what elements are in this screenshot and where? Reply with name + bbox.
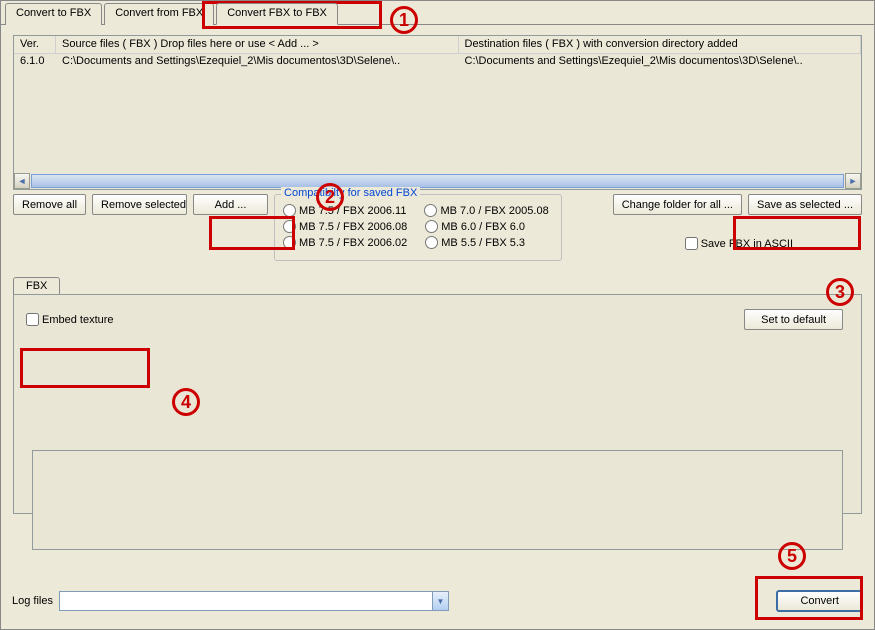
radio-label: MB 5.5 / FBX 5.3	[441, 237, 525, 249]
cell-version: 6.1.0	[14, 54, 56, 70]
table-row[interactable]: 6.1.0 C:\Documents and Settings\Ezequiel…	[14, 54, 861, 70]
cell-source: C:\Documents and Settings\Ezequiel_2\Mis…	[56, 54, 459, 70]
radio-mb70-2005-08[interactable]: MB 7.0 / FBX 2005.08	[424, 204, 548, 217]
log-files-select[interactable]: ▼	[59, 591, 449, 611]
tab-content: Ver. Source files ( FBX ) Drop files her…	[1, 24, 874, 524]
tab-bar: Convert to FBX Convert from FBX Convert …	[1, 3, 874, 25]
options-panel	[32, 450, 843, 550]
radio-label: MB 7.0 / FBX 2005.08	[440, 205, 548, 217]
remove-all-button[interactable]: Remove all	[13, 194, 86, 215]
radio-mb75-2006-08[interactable]: MB 7.5 / FBX 2006.08	[283, 220, 407, 233]
radio-label: MB 7.5 / FBX 2006.11	[299, 205, 406, 217]
remove-selected-button[interactable]: Remove selected	[92, 194, 187, 215]
save-ascii-checkbox[interactable]: Save FBX in ASCII	[685, 237, 862, 250]
log-files-label: Log files	[12, 595, 53, 607]
sub-tab-bar: FBX	[13, 277, 862, 294]
tab-convert-fbx-to-fbx[interactable]: Convert FBX to FBX	[216, 3, 338, 25]
file-list[interactable]: Ver. Source files ( FBX ) Drop files her…	[13, 35, 862, 190]
embed-texture-checkbox[interactable]: Embed texture	[26, 313, 114, 326]
fbx-panel: Embed texture Set to default	[13, 294, 862, 514]
save-as-selected-button[interactable]: Save as selected ...	[748, 194, 862, 215]
radio-label: MB 7.5 / FBX 2006.08	[299, 221, 407, 233]
scroll-thumb[interactable]	[31, 174, 844, 188]
bottom-bar: Log files ▼ Convert	[0, 590, 875, 612]
app-window: Convert to FBX Convert from FBX Convert …	[0, 0, 875, 630]
horizontal-scrollbar[interactable]: ◄ ►	[14, 173, 861, 189]
chevron-down-icon[interactable]: ▼	[432, 592, 448, 610]
radio-label: MB 6.0 / FBX 6.0	[441, 221, 525, 233]
radio-label: MB 7.5 / FBX 2006.02	[299, 237, 407, 249]
col-destination[interactable]: Destination files ( FBX ) with conversio…	[459, 36, 862, 53]
add-button[interactable]: Add ...	[193, 194, 268, 215]
radio-mb60-60[interactable]: MB 6.0 / FBX 6.0	[425, 220, 525, 233]
tab-convert-from-fbx[interactable]: Convert from FBX	[104, 3, 214, 25]
checkbox-label: Save FBX in ASCII	[701, 238, 793, 250]
col-version[interactable]: Ver.	[14, 36, 56, 53]
button-row: Remove all Remove selected Add ... Compa…	[13, 194, 862, 261]
cell-destination: C:\Documents and Settings\Ezequiel_2\Mis…	[459, 54, 862, 70]
tab-convert-to-fbx[interactable]: Convert to FBX	[5, 3, 102, 25]
change-folder-button[interactable]: Change folder for all ...	[613, 194, 742, 215]
scroll-right-icon[interactable]: ►	[845, 173, 861, 189]
convert-button[interactable]: Convert	[776, 590, 863, 612]
set-to-default-button[interactable]: Set to default	[744, 309, 843, 330]
group-title: Compatibilty for saved FBX	[281, 187, 420, 199]
checkbox-label: Embed texture	[42, 314, 114, 326]
scroll-left-icon[interactable]: ◄	[14, 173, 30, 189]
compatibility-group: Compatibilty for saved FBX MB 7.5 / FBX …	[274, 194, 562, 261]
radio-mb75-2006-02[interactable]: MB 7.5 / FBX 2006.02	[283, 236, 407, 249]
col-source[interactable]: Source files ( FBX ) Drop files here or …	[56, 36, 459, 53]
subtab-fbx[interactable]: FBX	[13, 277, 60, 294]
radio-mb55-53[interactable]: MB 5.5 / FBX 5.3	[425, 236, 525, 249]
file-header: Ver. Source files ( FBX ) Drop files her…	[14, 36, 861, 54]
radio-mb75-2006-11[interactable]: MB 7.5 / FBX 2006.11	[283, 204, 406, 217]
